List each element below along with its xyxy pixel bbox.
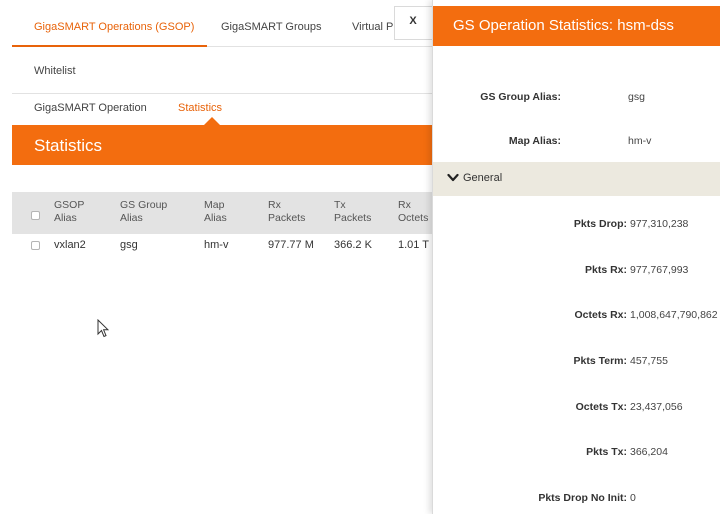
column-header-tx-packets[interactable]: Tx Packets <box>334 199 371 225</box>
statistics-title: Statistics <box>34 136 103 155</box>
statistics-banner: Statistics <box>12 117 432 165</box>
detail-label: Pkts Drop No Init: <box>538 492 627 504</box>
detail-value: 23,437,056 <box>630 401 683 413</box>
detail-label: Pkts Drop: <box>573 218 627 230</box>
detail-pkts-tx: Pkts Tx: 366,204 <box>433 446 720 462</box>
detail-label: Octets Tx: <box>575 401 627 413</box>
column-header-line: Alias <box>120 212 143 224</box>
detail-pkts-drop-no-init: Pkts Drop No Init: 0 <box>433 492 720 508</box>
general-section-label: General <box>463 172 503 184</box>
detail-pkts-drop: Pkts Drop: 977,310,238 <box>433 218 720 234</box>
whitelist-row: Whitelist <box>12 48 432 94</box>
column-header-line: Rx <box>268 199 281 211</box>
cell-gs-group-alias: gsg <box>120 239 138 251</box>
field-map-alias: Map Alias: hm-v <box>433 135 720 151</box>
subtab-statistics[interactable]: Statistics <box>178 102 222 114</box>
detail-label: Pkts Rx: <box>584 264 627 276</box>
cell-rx-octets: 1.01 T <box>398 239 429 251</box>
column-header-gsop-alias[interactable]: GSOP Alias <box>54 199 84 225</box>
field-label: GS Group Alias: <box>480 91 561 103</box>
column-header-line: Map <box>204 199 225 211</box>
detail-pkts-rx: Pkts Rx: 977,767,993 <box>433 264 720 280</box>
column-header-line: Tx <box>334 199 346 211</box>
top-tab-bar: GigaSMART Operations (GSOP) GigaSMART Gr… <box>12 0 432 47</box>
mouse-pointer-icon <box>97 319 109 338</box>
close-panel-button[interactable]: X <box>394 6 432 40</box>
column-header-gs-group-alias[interactable]: GS Group Alias <box>120 199 167 225</box>
chevron-down-icon <box>447 173 459 182</box>
field-gs-group-alias: GS Group Alias: gsg <box>433 91 720 107</box>
column-header-line: GS Group <box>120 199 168 211</box>
detail-value: 457,755 <box>630 355 668 367</box>
cell-gsop-alias: vxlan2 <box>54 239 86 251</box>
detail-label: Octets Rx: <box>574 309 627 321</box>
detail-value: 1,008,647,790,862 <box>630 309 718 321</box>
row-checkbox[interactable] <box>31 241 40 250</box>
gs-operation-statistics-panel: GS Operation Statistics: hsm-dss GS Grou… <box>432 0 720 514</box>
cell-tx-packets: 366.2 K <box>334 239 372 251</box>
detail-label: Pkts Tx: <box>586 446 627 458</box>
field-value: gsg <box>628 91 645 103</box>
column-header-rx-octets[interactable]: Rx Octets <box>398 199 428 225</box>
cell-rx-packets: 977.77 M <box>268 239 314 251</box>
active-subtab-notch <box>204 117 220 125</box>
tab-gigasmart-groups[interactable]: GigaSMART Groups <box>221 21 321 33</box>
panel-title: GS Operation Statistics: hsm-dss <box>453 17 674 34</box>
column-header-line: Octets <box>398 212 429 224</box>
field-value: hm-v <box>628 135 652 147</box>
column-header-line: Rx <box>398 199 411 211</box>
active-tab-underline <box>12 45 207 47</box>
field-label: Map Alias: <box>508 135 561 147</box>
cell-map-alias: hm-v <box>204 239 229 251</box>
close-icon: X <box>409 15 417 27</box>
column-header-line: Packets <box>334 212 372 224</box>
detail-value: 977,767,993 <box>630 264 689 276</box>
column-header-line: Alias <box>54 212 77 224</box>
sub-tab-bar: GigaSMART Operation Statistics <box>12 95 432 125</box>
column-header-line: Packets <box>268 212 306 224</box>
table-header: GSOP Alias GS Group Alias Map Alias Rx P… <box>12 192 432 234</box>
table-row[interactable]: vxlan2 gsg hm-v 977.77 M 366.2 K 1.01 T <box>12 234 432 258</box>
detail-octets-tx: Octets Tx: 23,437,056 <box>433 401 720 417</box>
select-all-checkbox[interactable] <box>31 211 40 220</box>
tab-virtual-ports[interactable]: Virtual P <box>352 21 393 33</box>
column-header-map-alias[interactable]: Map Alias <box>204 199 227 225</box>
tab-gigasmart-operations[interactable]: GigaSMART Operations (GSOP) <box>34 21 194 33</box>
statistics-table: GSOP Alias GS Group Alias Map Alias Rx P… <box>12 192 432 258</box>
column-header-line: Alias <box>204 212 227 224</box>
detail-label: Pkts Term: <box>573 355 628 367</box>
detail-value: 366,204 <box>630 446 668 458</box>
detail-value: 0 <box>630 492 636 504</box>
general-section-toggle[interactable]: General <box>433 162 720 196</box>
detail-pkts-term: Pkts Term: 457,755 <box>433 355 720 371</box>
column-header-line: GSOP <box>54 199 85 211</box>
detail-value: 977,310,238 <box>630 218 689 230</box>
detail-octets-rx: Octets Rx: 1,008,647,790,862 <box>433 309 720 325</box>
subtab-gigasmart-operation[interactable]: GigaSMART Operation <box>34 102 147 114</box>
tab-whitelist[interactable]: Whitelist <box>34 65 76 77</box>
column-header-rx-packets[interactable]: Rx Packets <box>268 199 305 225</box>
panel-header: GS Operation Statistics: hsm-dss <box>433 6 720 46</box>
